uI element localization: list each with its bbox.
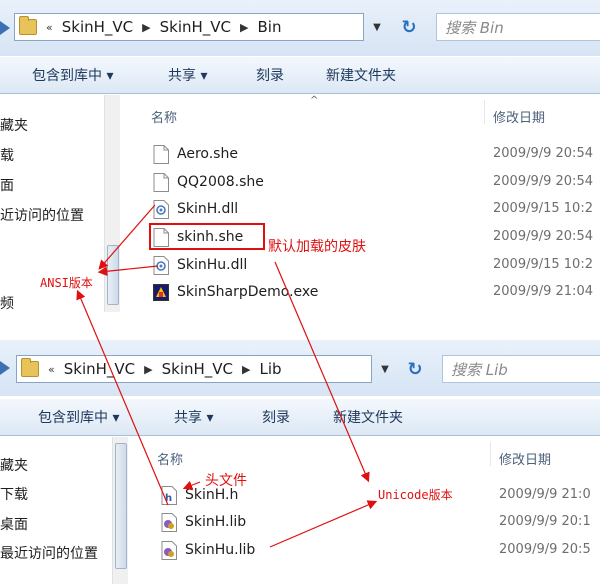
file-date: 2009/9/9 20:54 <box>493 229 593 244</box>
annotation-default-skin: 默认加载的皮肤 <box>268 239 366 255</box>
file-icon <box>153 144 169 164</box>
share-button[interactable]: 共享 ▾ <box>168 65 207 85</box>
include-in-library-button[interactable]: 包含到库中 ▾ <box>32 65 113 85</box>
file-row[interactable]: Aero.she <box>153 142 238 166</box>
navigation-pane: 藏夹 下载 桌面 最近访问的位置 <box>0 437 120 584</box>
file-row[interactable]: SkinSharpDemo.exe <box>153 280 318 304</box>
nav-item-downloads[interactable]: 载 <box>0 145 14 165</box>
breadcrumb-item[interactable]: SkinH_VC <box>58 360 141 378</box>
file-date: 2009/9/9 21:0 <box>499 487 591 502</box>
folder-icon <box>19 16 37 35</box>
annotation-ansi: ANSI版本 <box>40 276 93 290</box>
nav-item-videos[interactable]: 频 <box>0 293 14 312</box>
column-header-name[interactable]: 名称 <box>157 449 183 468</box>
command-toolbar: 包含到库中 ▾ 共享 ▾ 刻录 新建文件夹 <box>0 56 600 94</box>
chevrons[interactable]: « <box>45 363 58 376</box>
breadcrumb-item[interactable]: SkinH_VC <box>56 18 139 36</box>
breadcrumb-item[interactable]: SkinH_VC <box>154 18 237 36</box>
lib-icon <box>161 512 177 532</box>
file-date: 2009/9/9 20:5 <box>499 542 591 557</box>
breadcrumb-separator-icon[interactable]: ▶ <box>239 363 253 376</box>
highlight-box <box>149 223 265 250</box>
file-row[interactable]: SkinHu.lib <box>161 538 255 562</box>
chevron-down-icon[interactable]: ▼ <box>372 355 398 383</box>
nav-scrollbar[interactable] <box>112 437 128 584</box>
sort-arrow-icon: ^ <box>310 95 319 106</box>
file-date: 2009/9/9 20:54 <box>493 146 593 161</box>
refresh-icon[interactable]: ↻ <box>394 13 424 41</box>
new-folder-button[interactable]: 新建文件夹 <box>326 65 396 85</box>
burn-button[interactable]: 刻录 <box>262 407 290 427</box>
nav-item-desktop[interactable]: 面 <box>0 175 14 195</box>
search-input[interactable]: 搜索 Bin <box>436 13 600 41</box>
file-name: SkinHu.dll <box>177 257 248 273</box>
address-bar: « SkinH_VC ▶ SkinH_VC ▶ Lib ▼ ↻ 搜索 Lib <box>0 340 600 396</box>
include-in-library-button[interactable]: 包含到库中 ▾ <box>38 407 119 427</box>
file-name: SkinSharpDemo.exe <box>177 284 319 300</box>
breadcrumb[interactable]: « SkinH_VC ▶ SkinH_VC ▶ Bin <box>14 13 364 41</box>
nav-item-favorites[interactable]: 藏夹 <box>0 455 28 475</box>
explorer-window-bin: « SkinH_VC ▶ SkinH_VC ▶ Bin ▼ ↻ 搜索 Bin 包… <box>0 0 600 312</box>
file-name: SkinH.lib <box>185 514 247 530</box>
annotation-header-file: 头文件 <box>205 473 247 489</box>
file-row[interactable]: SkinHu.dll <box>153 253 247 277</box>
file-row[interactable]: SkinH.dll <box>153 197 238 221</box>
chevrons[interactable]: « <box>43 21 56 34</box>
back-arrow-icon[interactable] <box>0 17 14 39</box>
exe-icon <box>153 283 169 301</box>
file-icon <box>153 172 169 192</box>
command-toolbar: 包含到库中 ▾ 共享 ▾ 刻录 新建文件夹 <box>0 398 600 436</box>
file-name: Aero.she <box>177 146 238 162</box>
file-row[interactable]: QQ2008.she <box>153 170 264 194</box>
breadcrumb[interactable]: « SkinH_VC ▶ SkinH_VC ▶ Lib <box>16 355 372 383</box>
file-date: 2009/9/9 20:54 <box>493 174 593 189</box>
file-date: 2009/9/15 10:2 <box>493 201 593 216</box>
back-arrow-icon[interactable] <box>0 357 14 379</box>
column-divider[interactable] <box>484 100 485 124</box>
nav-item-recent[interactable]: 最近访问的位置 <box>0 543 98 563</box>
annotation-unicode: Unicode版本 <box>378 488 453 502</box>
header-file-icon: h <box>161 485 177 505</box>
share-button[interactable]: 共享 ▾ <box>174 407 213 427</box>
nav-item-desktop[interactable]: 桌面 <box>0 514 28 534</box>
breadcrumb-separator-icon[interactable]: ▶ <box>141 363 155 376</box>
file-name: SkinH.dll <box>177 201 239 217</box>
scrollbar-thumb[interactable] <box>107 245 119 305</box>
explorer-window-lib: « SkinH_VC ▶ SkinH_VC ▶ Lib ▼ ↻ 搜索 Lib 包… <box>0 340 600 584</box>
chevron-down-icon[interactable]: ▼ <box>364 13 390 41</box>
file-name: SkinHu.lib <box>185 542 256 558</box>
dll-icon <box>153 255 169 275</box>
lib-icon <box>161 540 177 560</box>
breadcrumb-separator-icon[interactable]: ▶ <box>237 21 251 34</box>
breadcrumb-separator-icon[interactable]: ▶ <box>139 21 153 34</box>
file-date: 2009/9/15 10:2 <box>493 257 593 272</box>
nav-item-downloads[interactable]: 下载 <box>0 484 28 504</box>
address-bar: « SkinH_VC ▶ SkinH_VC ▶ Bin ▼ ↻ 搜索 Bin <box>0 0 600 56</box>
refresh-icon[interactable]: ↻ <box>400 355 430 383</box>
column-header-name[interactable]: 名称 <box>151 107 177 126</box>
file-date: 2009/9/9 21:04 <box>493 284 593 299</box>
burn-button[interactable]: 刻录 <box>256 65 284 85</box>
file-date: 2009/9/9 20:1 <box>499 514 591 529</box>
breadcrumb-item[interactable]: Bin <box>251 18 287 36</box>
folder-icon <box>21 358 39 377</box>
nav-item-favorites[interactable]: 藏夹 <box>0 115 28 135</box>
svg-text:h: h <box>165 493 172 504</box>
nav-item-recent[interactable]: 近访问的位置 <box>0 205 84 225</box>
file-row[interactable]: SkinH.lib <box>161 510 246 534</box>
breadcrumb-item[interactable]: SkinH_VC <box>156 360 239 378</box>
nav-scrollbar[interactable] <box>104 95 120 312</box>
column-divider[interactable] <box>490 442 491 466</box>
column-header-date[interactable]: 修改日期 <box>499 449 551 468</box>
dll-icon <box>153 199 169 219</box>
file-name: QQ2008.she <box>177 174 264 190</box>
breadcrumb-item[interactable]: Lib <box>253 360 287 378</box>
column-header-date[interactable]: 修改日期 <box>493 107 545 126</box>
new-folder-button[interactable]: 新建文件夹 <box>333 407 403 427</box>
scrollbar-thumb[interactable] <box>115 443 127 569</box>
search-input[interactable]: 搜索 Lib <box>442 355 600 383</box>
